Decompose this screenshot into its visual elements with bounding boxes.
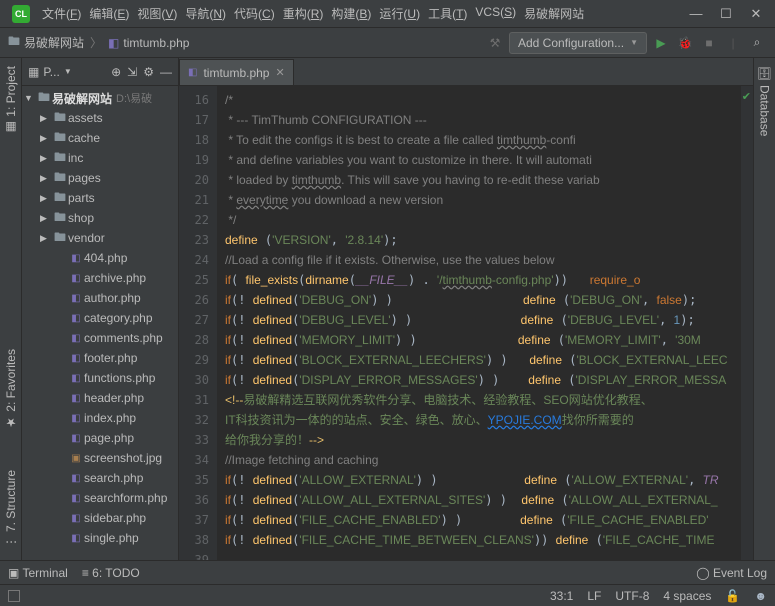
- tree-file[interactable]: ◧ category.php: [22, 308, 178, 328]
- tree-root[interactable]: ▼🖿 易破解网站D:\易破: [22, 88, 178, 108]
- php-file-icon: ◧: [188, 67, 197, 78]
- tree-file[interactable]: ◧ sidebar.php: [22, 508, 178, 528]
- breadcrumb-file-icon: ◧: [108, 36, 119, 50]
- tree-file[interactable]: ◧ searchform.php: [22, 488, 178, 508]
- editor-area: ◧ timtumb.php ✕ 161718192021222324252627…: [179, 58, 753, 560]
- tree-file[interactable]: ◧ 404.php: [22, 248, 178, 268]
- tree-folder[interactable]: ▶🖿 vendor: [22, 228, 178, 248]
- main-menu: 文件(F)编辑(E)视图(V)导航(N)代码(C)重构(R)构建(B)运行(U)…: [38, 2, 588, 25]
- project-tree[interactable]: ▼🖿 易破解网站D:\易破▶🖿 assets▶🖿 cache▶🖿 inc▶🖿 p…: [22, 86, 178, 560]
- add-configuration-dropdown[interactable]: Add Configuration... ▼: [509, 32, 647, 54]
- analysis-ok-icon: ✔: [742, 90, 751, 103]
- tree-folder[interactable]: ▶🖿 inc: [22, 148, 178, 168]
- project-panel-header: ▦ P... ▼ ⊕ ⇲ ⚙ —: [22, 58, 178, 86]
- project-view-label[interactable]: P...: [43, 65, 59, 79]
- tool-database[interactable]: 🗄Database: [758, 66, 772, 137]
- tree-folder[interactable]: ▶🖿 shop: [22, 208, 178, 228]
- tree-file[interactable]: ◧ header.php: [22, 388, 178, 408]
- todo-tool[interactable]: ≡ 6: TODO: [82, 566, 140, 580]
- hammer-icon[interactable]: ⚒: [485, 36, 505, 50]
- line-gutter[interactable]: 1617181920212223242526272829303132333435…: [179, 86, 217, 560]
- tool-structure[interactable]: ⋮7. Structure: [4, 470, 18, 548]
- error-stripe[interactable]: ✔: [741, 86, 753, 560]
- folder-icon: 🖿: [8, 32, 20, 53]
- tree-file[interactable]: ◧ archive.php: [22, 268, 178, 288]
- tree-folder[interactable]: ▶🖿 assets: [22, 108, 178, 128]
- stop-icon[interactable]: ■: [699, 36, 719, 50]
- code-editor[interactable]: /* * --- TimThumb CONFIGURATION --- * To…: [217, 86, 741, 560]
- tree-file[interactable]: ▣ screenshot.jpg: [22, 448, 178, 468]
- gear-icon[interactable]: ⚙: [143, 65, 154, 79]
- tree-folder[interactable]: ▶🖿 cache: [22, 128, 178, 148]
- project-panel: ▦ P... ▼ ⊕ ⇲ ⚙ — ▼🖿 易破解网站D:\易破▶🖿 assets▶…: [22, 58, 179, 560]
- app-logo-icon: CL: [12, 5, 30, 23]
- status-bar: 33:1 LF UTF-8 4 spaces 🔓 ☻: [0, 584, 775, 606]
- chevron-right-icon: 〉: [90, 34, 102, 51]
- line-ending[interactable]: LF: [587, 589, 601, 603]
- menu-item[interactable]: VCS(S): [471, 2, 520, 25]
- tree-file[interactable]: ◧ index.php: [22, 408, 178, 428]
- cursor-position[interactable]: 33:1: [550, 589, 573, 603]
- tree-folder[interactable]: ▶🖿 parts: [22, 188, 178, 208]
- menu-item[interactable]: 视图(V): [133, 2, 181, 25]
- debug-icon[interactable]: 🐞: [675, 36, 695, 50]
- menu-item[interactable]: 易破解网站: [520, 2, 588, 25]
- menu-item[interactable]: 文件(F): [38, 2, 85, 25]
- menu-item[interactable]: 构建(B): [327, 2, 375, 25]
- hector-icon[interactable]: ☻: [754, 589, 767, 603]
- event-log[interactable]: ◯ Event Log: [696, 566, 767, 580]
- titlebar: CL 文件(F)编辑(E)视图(V)导航(N)代码(C)重构(R)构建(B)运行…: [0, 0, 775, 28]
- collapse-icon[interactable]: ⇲: [127, 65, 137, 79]
- menu-item[interactable]: 运行(U): [375, 2, 424, 25]
- add-configuration-label: Add Configuration...: [518, 36, 624, 50]
- right-tool-gutter: 🗄Database: [753, 58, 775, 560]
- breadcrumb[interactable]: 🖿 易破解网站 〉 ◧ timtumb.php: [8, 32, 189, 53]
- nav-bar: 🖿 易破解网站 〉 ◧ timtumb.php ⚒ Add Configurat…: [0, 28, 775, 58]
- chevron-down-icon[interactable]: ▼: [64, 67, 72, 76]
- terminal-tool[interactable]: ▣ Terminal: [8, 566, 68, 580]
- tree-file[interactable]: ◧ comments.php: [22, 328, 178, 348]
- file-encoding[interactable]: UTF-8: [615, 589, 649, 603]
- editor-tabbar: ◧ timtumb.php ✕: [179, 58, 753, 86]
- toolwindow-toggle-icon[interactable]: [8, 590, 20, 602]
- tree-file[interactable]: ◧ functions.php: [22, 368, 178, 388]
- project-view-icon[interactable]: ▦: [28, 65, 39, 79]
- locate-icon[interactable]: ⊕: [111, 65, 121, 79]
- hide-icon[interactable]: —: [160, 65, 172, 79]
- close-tab-icon[interactable]: ✕: [275, 66, 284, 79]
- maximize-button[interactable]: ☐: [711, 6, 741, 22]
- editor-tab[interactable]: ◧ timtumb.php ✕: [179, 59, 294, 85]
- left-tool-gutter: ▦1: Project ★2: Favorites ⋮7. Structure: [0, 58, 22, 560]
- menu-item[interactable]: 工具(T): [424, 2, 471, 25]
- divider: |: [723, 36, 743, 50]
- breadcrumb-project: 易破解网站: [24, 34, 84, 51]
- menu-item[interactable]: 重构(R): [279, 2, 328, 25]
- readonly-lock-icon[interactable]: 🔓: [725, 589, 740, 603]
- chevron-down-icon: ▼: [630, 38, 638, 47]
- close-button[interactable]: ✕: [741, 6, 771, 22]
- indent-setting[interactable]: 4 spaces: [663, 589, 711, 603]
- breadcrumb-file: timtumb.php: [123, 36, 189, 50]
- menu-item[interactable]: 编辑(E): [85, 2, 133, 25]
- tree-file[interactable]: ◧ search.php: [22, 468, 178, 488]
- menu-item[interactable]: 导航(N): [181, 2, 230, 25]
- menu-item[interactable]: 代码(C): [230, 2, 279, 25]
- tool-project[interactable]: ▦1: Project: [4, 66, 18, 135]
- minimize-button[interactable]: ―: [681, 6, 711, 21]
- tree-file[interactable]: ◧ page.php: [22, 428, 178, 448]
- search-everywhere-icon[interactable]: ⌕: [747, 35, 767, 50]
- tool-favorites[interactable]: ★2: Favorites: [4, 349, 18, 430]
- tab-label: timtumb.php: [203, 66, 269, 80]
- run-icon[interactable]: ▶: [651, 36, 671, 50]
- tree-file[interactable]: ◧ footer.php: [22, 348, 178, 368]
- bottom-toolbar: ▣ Terminal ≡ 6: TODO ◯ Event Log: [0, 560, 775, 584]
- tree-file[interactable]: ◧ author.php: [22, 288, 178, 308]
- tree-folder[interactable]: ▶🖿 pages: [22, 168, 178, 188]
- tree-file[interactable]: ◧ single.php: [22, 528, 178, 548]
